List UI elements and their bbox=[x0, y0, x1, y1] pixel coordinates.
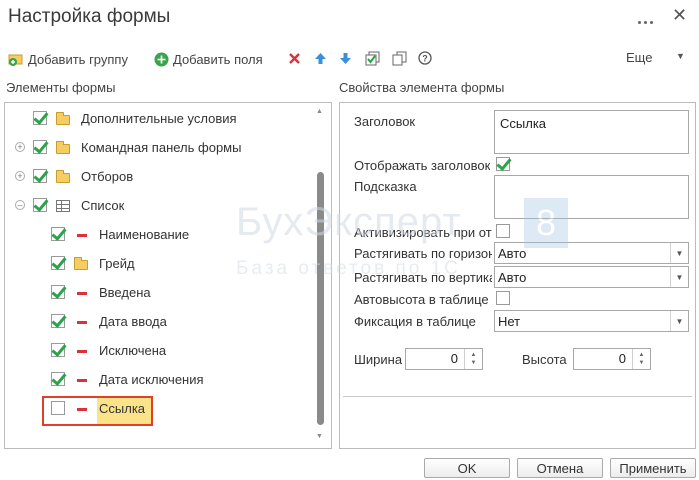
copy-icon[interactable] bbox=[391, 50, 407, 66]
add-folder-icon bbox=[8, 54, 23, 66]
more-menu-button[interactable]: Еще bbox=[626, 50, 652, 65]
hint-label: Подсказка bbox=[354, 179, 417, 194]
tree-item-label: Наименование bbox=[99, 227, 190, 242]
expand-icon[interactable]: + bbox=[15, 142, 25, 152]
delete-icon[interactable] bbox=[286, 50, 302, 66]
expand-icon[interactable]: + bbox=[15, 171, 25, 181]
scroll-down-arrow-icon[interactable]: ▼ bbox=[316, 433, 323, 440]
spinner-arrows-icon[interactable]: ▲ ▼ bbox=[632, 349, 650, 369]
field-icon bbox=[77, 408, 87, 411]
tree-item-checkbox[interactable] bbox=[51, 256, 65, 270]
add-group-button[interactable]: Добавить группу bbox=[8, 50, 128, 68]
check-all-icon[interactable] bbox=[364, 50, 380, 66]
watermark-badge: 8 bbox=[524, 198, 568, 248]
tree-item-checkbox[interactable] bbox=[33, 169, 47, 183]
ok-button[interactable]: OK bbox=[424, 458, 510, 478]
tree-item-checkbox[interactable] bbox=[33, 111, 47, 125]
tree-row[interactable]: Дополнительные условия bbox=[6, 108, 311, 130]
folder-icon bbox=[56, 141, 70, 154]
stretch-vertical-value: Авто bbox=[498, 269, 527, 285]
tree-row[interactable]: Ссылка bbox=[6, 398, 311, 420]
chevron-down-icon[interactable]: ▼ bbox=[670, 243, 688, 263]
collapse-icon[interactable]: – bbox=[15, 200, 25, 210]
help-icon[interactable]: ? bbox=[417, 50, 433, 66]
close-icon[interactable]: ✕ bbox=[672, 6, 687, 24]
svg-text:?: ? bbox=[422, 54, 428, 64]
tree-row[interactable]: Введена bbox=[6, 282, 311, 304]
chevron-down-icon[interactable]: ▼ bbox=[670, 311, 688, 331]
field-icon bbox=[77, 292, 87, 295]
field-icon bbox=[77, 350, 87, 353]
tree-item-checkbox[interactable] bbox=[51, 314, 65, 328]
tree-row[interactable]: Дата ввода bbox=[6, 311, 311, 333]
tree-item-label: Командная панель формы bbox=[81, 140, 242, 155]
field-icon bbox=[77, 321, 87, 324]
height-input[interactable]: 0 ▲ ▼ bbox=[573, 348, 651, 370]
width-value: 0 bbox=[450, 351, 458, 366]
autoheight-label: Автовысота в таблице bbox=[354, 292, 489, 307]
folder-icon bbox=[56, 112, 70, 125]
tree-item-label: Дата ввода bbox=[99, 314, 167, 329]
fix-label: Фиксация в таблице bbox=[354, 314, 476, 329]
cancel-button[interactable]: Отмена bbox=[517, 458, 603, 478]
show-title-label: Отображать заголовок bbox=[354, 158, 491, 173]
fix-value: Нет bbox=[498, 313, 521, 329]
tree-item-checkbox[interactable] bbox=[51, 372, 65, 386]
add-fields-label: Добавить поля bbox=[173, 51, 263, 67]
tree-item-label: Отборов bbox=[81, 169, 134, 184]
tree-row[interactable]: + Отборов bbox=[6, 166, 311, 188]
move-up-icon[interactable] bbox=[312, 50, 328, 66]
elements-panel-title: Элементы формы bbox=[6, 80, 116, 95]
height-value: 0 bbox=[618, 351, 626, 366]
add-group-label: Добавить группу bbox=[28, 51, 128, 67]
more-options-icon[interactable] bbox=[638, 12, 656, 24]
field-icon bbox=[77, 234, 87, 237]
height-label: Высота bbox=[522, 352, 567, 367]
stretch-vertical-select[interactable]: Авто ▼ bbox=[494, 266, 689, 288]
folder-icon bbox=[56, 170, 70, 183]
width-input[interactable]: 0 ▲ ▼ bbox=[405, 348, 483, 370]
properties-panel-title: Свойства элемента формы bbox=[339, 80, 505, 95]
activate-checkbox[interactable] bbox=[496, 224, 510, 238]
tree-item-checkbox[interactable] bbox=[33, 198, 47, 212]
add-fields-button[interactable]: Добавить поля bbox=[154, 50, 263, 68]
field-icon bbox=[77, 379, 87, 382]
window-title: Настройка формы bbox=[8, 6, 171, 27]
autoheight-checkbox[interactable] bbox=[496, 291, 510, 305]
tree-item-label: Исключена bbox=[99, 343, 167, 358]
tree-item-checkbox[interactable] bbox=[33, 140, 47, 154]
chevron-down-icon[interactable]: ▼ bbox=[670, 267, 688, 287]
tree-item-label: Дата исключения bbox=[99, 372, 204, 387]
scroll-up-arrow-icon[interactable]: ▲ bbox=[316, 108, 323, 115]
move-down-icon[interactable] bbox=[337, 50, 353, 66]
add-circle-icon bbox=[154, 52, 169, 66]
tree-item-checkbox[interactable] bbox=[51, 401, 65, 415]
tree-row[interactable]: + Командная панель формы bbox=[6, 137, 311, 159]
tree-item-label: Список bbox=[81, 198, 125, 213]
fix-select[interactable]: Нет ▼ bbox=[494, 310, 689, 332]
list-icon bbox=[56, 200, 70, 212]
title-prop-input[interactable]: Ссылка bbox=[494, 110, 689, 154]
show-title-checkbox[interactable] bbox=[496, 157, 510, 171]
watermark-title: БухЭксперт bbox=[236, 200, 462, 244]
tree-item-label: Введена bbox=[99, 285, 151, 300]
tree-item-checkbox[interactable] bbox=[51, 227, 65, 241]
title-prop-label: Заголовок bbox=[354, 114, 416, 129]
tree-item-label: Ссылка bbox=[99, 401, 146, 416]
tree-item-label: Дополнительные условия bbox=[81, 111, 237, 126]
width-label: Ширина bbox=[354, 352, 403, 367]
tree-row[interactable]: Исключена bbox=[6, 340, 311, 362]
apply-button[interactable]: Применить bbox=[610, 458, 696, 478]
tree-item-checkbox[interactable] bbox=[51, 285, 65, 299]
properties-separator bbox=[343, 396, 692, 397]
watermark-subtitle: База ответов по 1С bbox=[236, 258, 461, 279]
stretch-horizontal-value: Авто bbox=[498, 245, 527, 261]
chevron-down-icon[interactable]: ▼ bbox=[676, 51, 685, 61]
tree-row[interactable]: Дата исключения bbox=[6, 369, 311, 391]
folder-icon bbox=[74, 257, 88, 270]
tree-item-checkbox[interactable] bbox=[51, 343, 65, 357]
spinner-arrows-icon[interactable]: ▲ ▼ bbox=[464, 349, 482, 369]
tree-item-label: Грейд bbox=[99, 256, 135, 271]
